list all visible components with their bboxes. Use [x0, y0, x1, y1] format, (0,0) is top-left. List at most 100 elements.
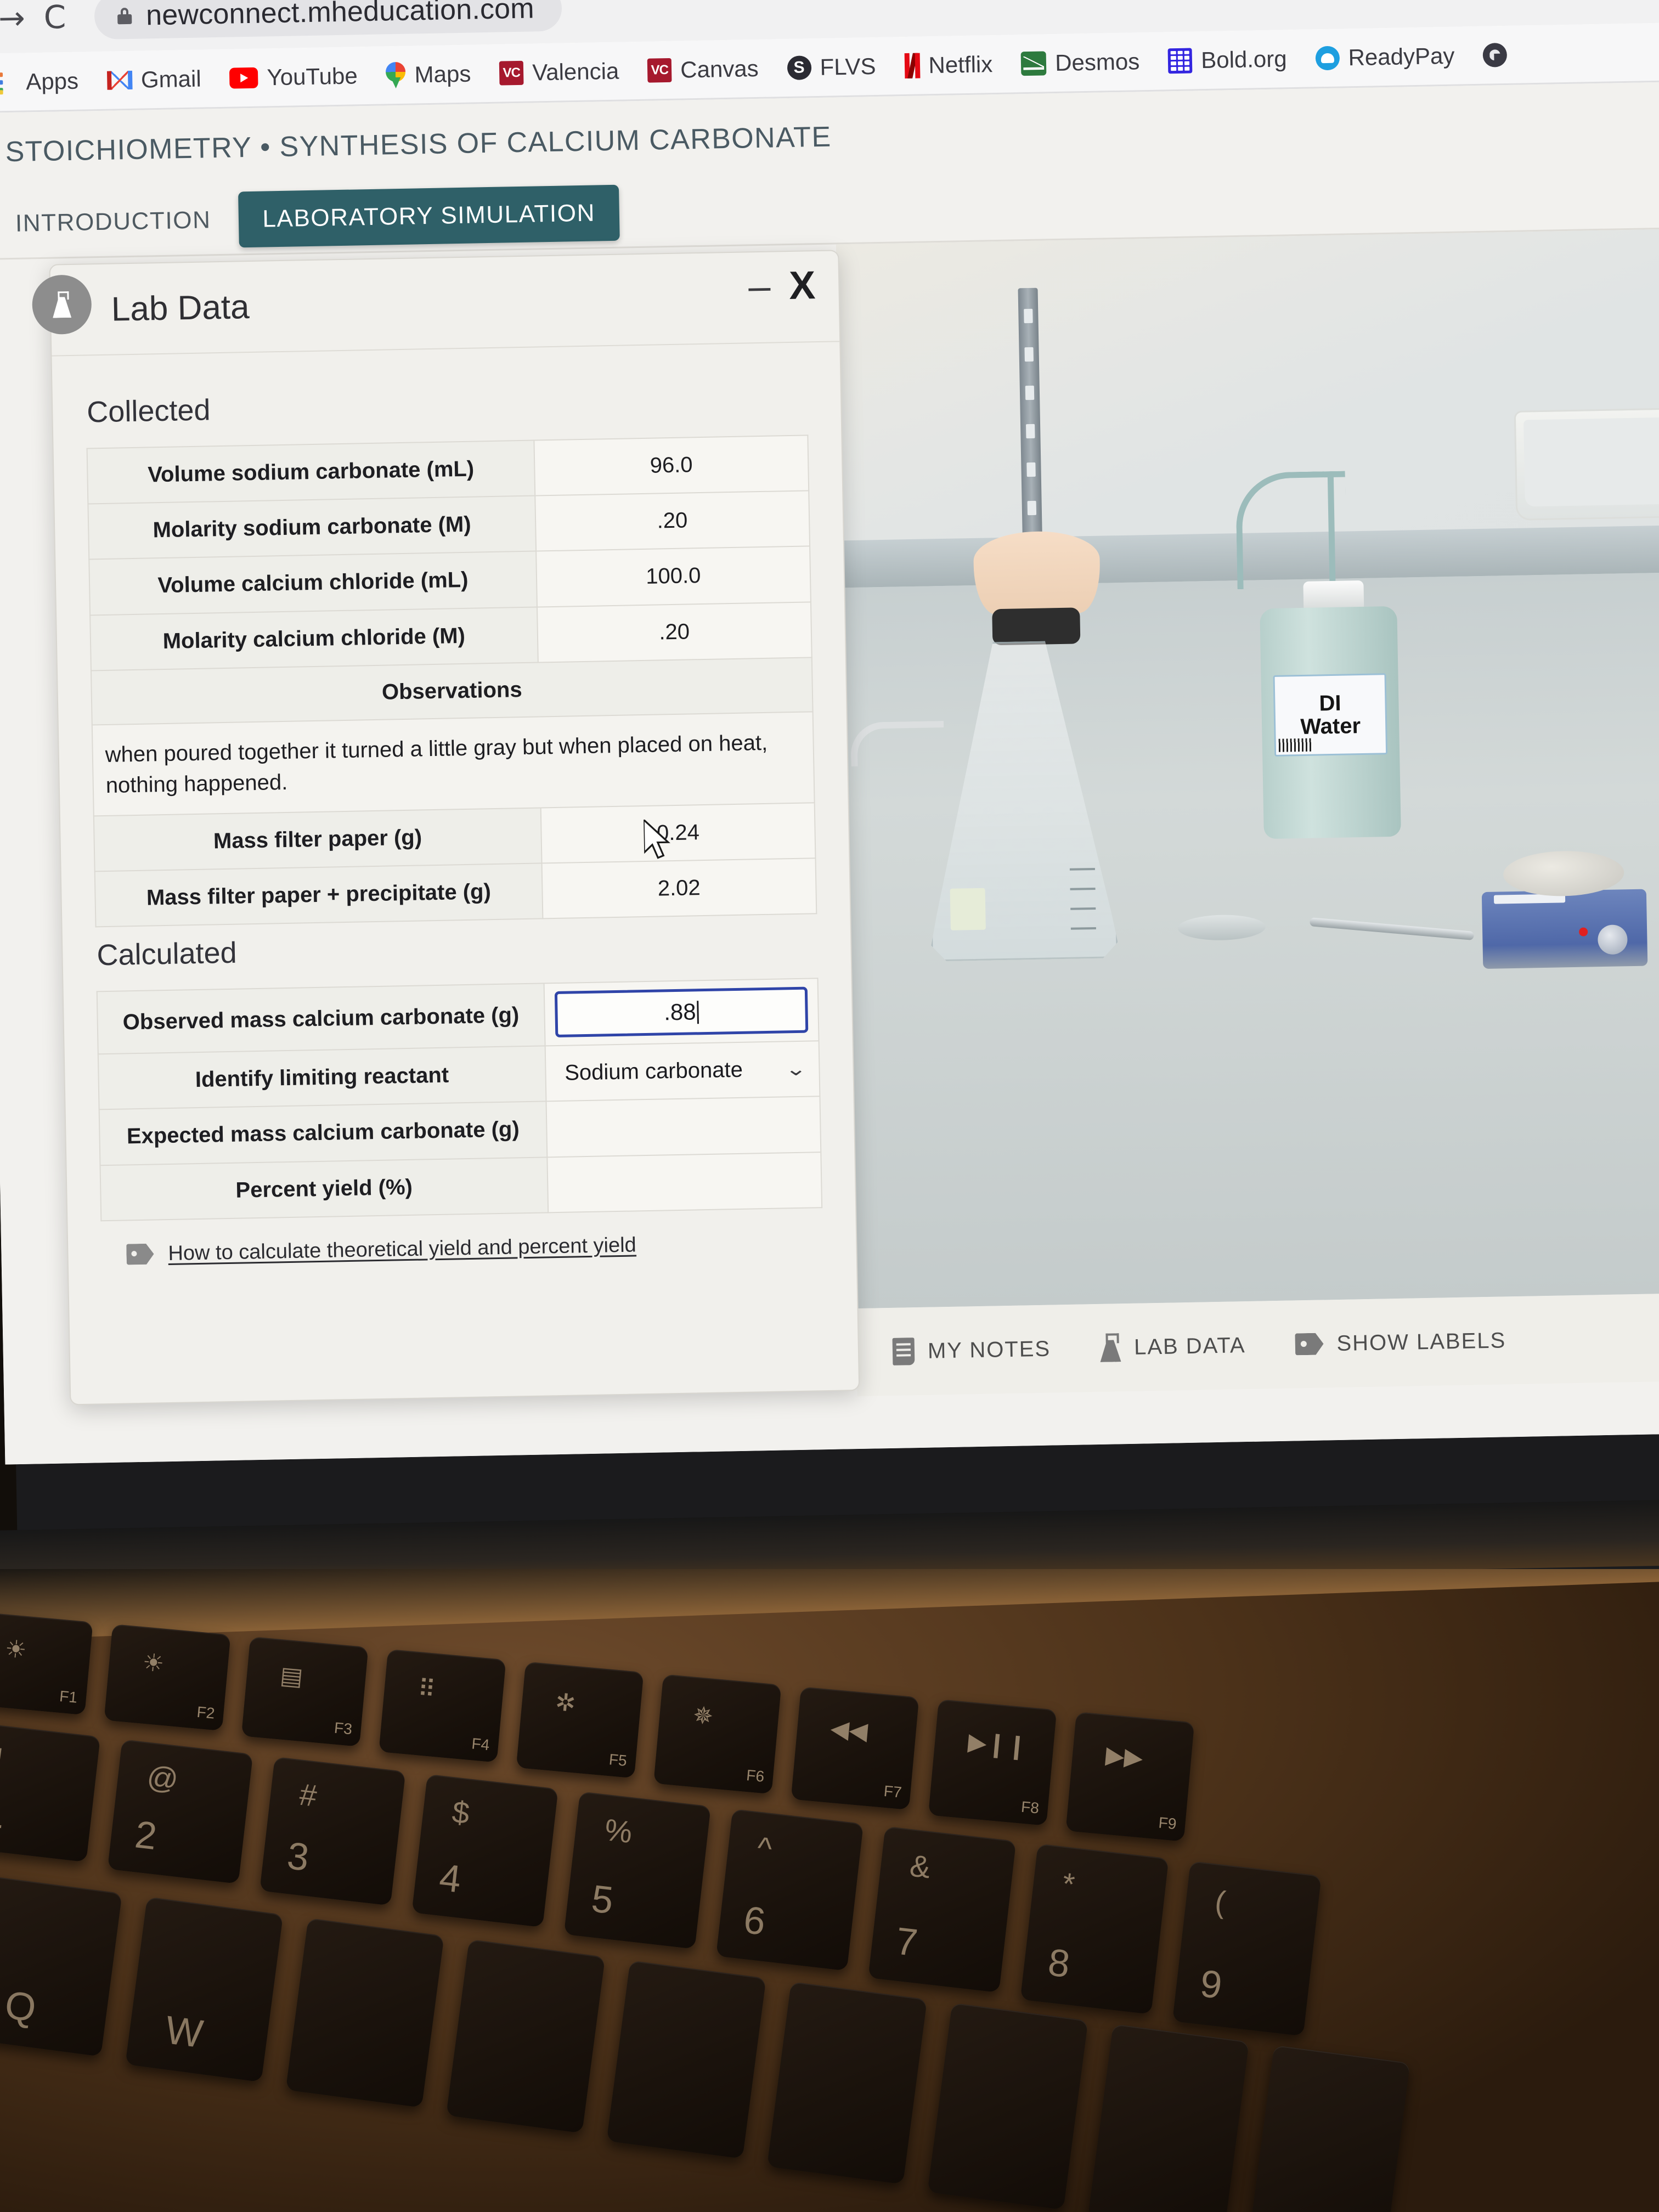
key-f9[interactable]: ▶▶ F9: [1065, 1712, 1195, 1842]
key-f3[interactable]: ▤ F3: [241, 1636, 369, 1747]
close-button[interactable]: X: [789, 263, 816, 308]
bookmark-label: Apps: [25, 67, 79, 94]
lock-icon: [117, 7, 132, 25]
key-f6[interactable]: ✵ F6: [653, 1674, 782, 1795]
bookmark-desmos[interactable]: Desmos: [1006, 31, 1154, 93]
key-e[interactable]: [285, 1917, 444, 2108]
bookmark-netflix[interactable]: Netflix: [890, 34, 1008, 95]
bookmark-globe[interactable]: [1468, 25, 1522, 85]
brightness-high-icon: ☀: [141, 1648, 166, 1678]
chevron-down-icon: ⌄: [784, 1058, 807, 1080]
forward-icon[interactable]: →: [0, 0, 25, 37]
key-q[interactable]: Q: [0, 1875, 122, 2057]
text-caret: [697, 1001, 699, 1024]
key-6[interactable]: ^ 6: [716, 1809, 864, 1971]
address-bar[interactable]: newconnect.mheducation.com: [94, 0, 562, 40]
key-7[interactable]: & 7: [868, 1826, 1017, 1993]
key-f4[interactable]: ⠿ F4: [379, 1649, 506, 1763]
key-label: F6: [746, 1767, 765, 1785]
key-9[interactable]: ( 9: [1172, 1861, 1322, 2036]
observations-row: when poured together it turned a little …: [92, 712, 815, 816]
hot-plate-stirrer[interactable]: [1481, 850, 1648, 969]
how-to-calculate-link[interactable]: How to calculate theoretical yield and p…: [168, 1233, 636, 1266]
bookmark-bold-org[interactable]: Bold.org: [1153, 29, 1301, 91]
key-w[interactable]: W: [125, 1897, 284, 2083]
key-symbol: $: [450, 1794, 472, 1831]
di-water-label-line2: Water: [1300, 714, 1361, 740]
tab-laboratory-simulation[interactable]: LABORATORY SIMULATION: [238, 184, 620, 247]
bookmark-canvas[interactable]: VC Canvas: [633, 38, 773, 100]
observed-mass-cell[interactable]: .88: [544, 978, 819, 1046]
modal-body: Collected Volume sodium carbonate (mL) 9…: [52, 342, 856, 1267]
key-label: Q: [2, 1983, 39, 2031]
reload-icon[interactable]: C: [43, 0, 66, 36]
plastic-tub[interactable]: [1514, 407, 1659, 521]
observed-mass-input[interactable]: .88: [554, 986, 809, 1038]
readypay-icon: [1315, 46, 1340, 70]
key-label: 7: [894, 1919, 920, 1965]
notes-icon: [892, 1338, 915, 1365]
bookmark-youtube[interactable]: YouTube: [215, 46, 373, 108]
lab-simulation-scene[interactable]: DI Water: [836, 228, 1659, 1309]
tag-icon: [1295, 1333, 1324, 1355]
bookmark-flvs[interactable]: FLVS: [772, 36, 891, 98]
key-y[interactable]: [766, 1981, 928, 2185]
bookmark-maps[interactable]: Maps: [371, 44, 486, 105]
bookmark-label: YouTube: [267, 62, 358, 90]
row-label: Mass filter paper + precipitate (g): [94, 863, 543, 927]
key-o[interactable]: [1248, 2045, 1410, 2212]
lab-data-button[interactable]: LAB DATA: [1100, 1331, 1246, 1362]
key-3[interactable]: # 3: [259, 1756, 406, 1906]
expected-mass-value[interactable]: [546, 1096, 821, 1157]
observations-text[interactable]: when poured together it turned a little …: [92, 712, 815, 816]
bookmark-label: Maps: [414, 60, 471, 87]
calculated-table: Observed mass calcium carbonate (g) .88 …: [97, 978, 822, 1221]
key-label: 5: [589, 1876, 616, 1922]
bookmark-apps[interactable]: Apps: [0, 51, 93, 112]
percent-yield-value[interactable]: [547, 1152, 822, 1213]
di-water-label-line1: DI: [1319, 691, 1341, 716]
bookmark-valencia[interactable]: VC Valencia: [484, 41, 634, 103]
minimize-button[interactable]: –: [748, 264, 771, 309]
key-t[interactable]: [606, 1960, 766, 2159]
key-8[interactable]: * 8: [1020, 1843, 1169, 2015]
deck-edge: [0, 1569, 1659, 1640]
tab-introduction[interactable]: INTRODUCTION: [6, 193, 220, 251]
collected-table: Volume sodium carbonate (mL) 96.0 Molari…: [87, 435, 817, 927]
row-value: 0.24: [540, 803, 816, 864]
key-i[interactable]: [1087, 2024, 1250, 2212]
bookmark-readypay[interactable]: ReadyPay: [1301, 26, 1470, 88]
key-1[interactable]: ! 1: [0, 1722, 101, 1863]
show-labels-button[interactable]: SHOW LABELS: [1295, 1328, 1506, 1357]
bookmark-label: Desmos: [1054, 48, 1140, 76]
netflix-icon: [904, 53, 920, 78]
key-f1[interactable]: ☀ F1: [0, 1611, 93, 1716]
key-label: F7: [883, 1782, 902, 1801]
key-r[interactable]: [446, 1939, 606, 2134]
key-label: F3: [333, 1719, 353, 1738]
key-u[interactable]: [927, 2002, 1088, 2210]
key-symbol: ^: [755, 1830, 774, 1866]
limiting-reactant-cell[interactable]: Sodium carbonate ⌄: [545, 1041, 820, 1102]
key-5[interactable]: % 5: [563, 1791, 711, 1949]
bookmark-gmail[interactable]: Gmail: [92, 49, 216, 110]
key-label: F8: [1020, 1798, 1040, 1817]
lab-data-label: LAB DATA: [1133, 1333, 1246, 1359]
row-label: Molarity sodium carbonate (M): [88, 495, 536, 560]
key-f5[interactable]: ✲ F5: [516, 1661, 644, 1779]
scene-toolbar: MY NOTES LAB DATA SHOW LABELS: [855, 1293, 1659, 1397]
key-f7[interactable]: ◀◀ F7: [791, 1686, 919, 1810]
key-f8[interactable]: ▶❙❙ F8: [928, 1699, 1057, 1826]
play-pause-icon: ▶❙❙: [967, 1728, 1029, 1761]
key-4[interactable]: $ 4: [411, 1774, 558, 1928]
key-symbol: (: [1213, 1884, 1228, 1920]
laptop-keyboard-deck: ☀ F1 ☀ F2 ▤ F3 ⠿ F4 ✲ F5 ✵ F6 ◀◀ F7 ▶❙❙ …: [0, 1569, 1659, 2212]
row-label: Mass filter paper (g): [93, 808, 542, 872]
flask-icon: [1100, 1333, 1121, 1362]
key-f2[interactable]: ☀ F2: [104, 1624, 231, 1731]
buchner-funnel[interactable]: [973, 530, 1101, 615]
key-2[interactable]: @ 2: [107, 1739, 253, 1884]
my-notes-button[interactable]: MY NOTES: [892, 1335, 1051, 1365]
limiting-reactant-select[interactable]: Sodium carbonate ⌄: [556, 1057, 809, 1086]
flask-graduations: [1029, 842, 1096, 936]
